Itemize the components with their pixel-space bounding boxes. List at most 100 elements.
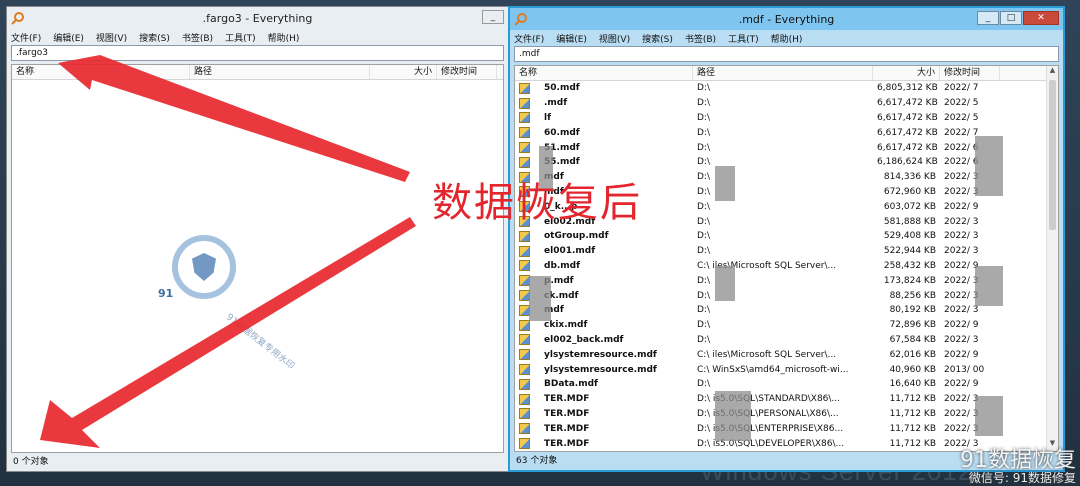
watermark-diagonal-text: 91数据恢复专用水印 xyxy=(223,312,296,372)
scroll-thumb[interactable] xyxy=(1049,80,1056,230)
right-list-scrollbar[interactable]: ▲ ▼ xyxy=(1046,66,1058,451)
result-name-text: ylsystemresource.mdf xyxy=(544,349,657,360)
right-search-input[interactable]: .mdf xyxy=(514,46,1059,62)
mdf-file-icon xyxy=(519,127,530,139)
result-row[interactable]: ckix.mdf D:\ 72,896 KB 2022/ 9 xyxy=(515,318,1058,333)
pixelation-mask xyxy=(715,391,751,441)
result-row[interactable]: otGroup.mdf D:\ 529,408 KB 2022/ 3 xyxy=(515,229,1058,244)
result-row[interactable]: 50.mdf D:\ 6,805,312 KB 2022/ 7 xyxy=(515,81,1058,96)
right-titlebar[interactable]: .mdf - Everything _ □ ✕ xyxy=(510,8,1063,30)
minimize-button[interactable]: _ xyxy=(482,10,504,24)
left-search-input[interactable]: .fargo3 xyxy=(11,45,504,61)
result-size-cell: 814,336 KB xyxy=(883,172,936,183)
result-size-cell: 672,960 KB xyxy=(883,186,936,197)
column-path[interactable]: 路径 xyxy=(693,66,873,80)
left-window-controls: _ xyxy=(482,10,504,24)
result-size-cell: 522,944 KB xyxy=(883,246,936,257)
result-name-text: BData.mdf xyxy=(544,379,598,390)
column-size[interactable]: 大小 xyxy=(873,66,940,80)
result-row[interactable]: .mdf D:\ 6,617,472 KB 2022/ 5 xyxy=(515,96,1058,111)
pixelation-mask xyxy=(975,136,1003,196)
result-name-text: TER.MDF xyxy=(544,394,590,405)
maximize-button[interactable]: □ xyxy=(1000,11,1022,25)
column-name[interactable]: 名称 xyxy=(515,66,693,80)
menu-edit[interactable]: 编辑(E) xyxy=(556,32,587,45)
result-path-cell: D:\ xyxy=(697,320,710,331)
mdf-file-icon xyxy=(519,230,530,242)
close-button[interactable]: ✕ xyxy=(1023,11,1059,25)
result-path-cell: D:\ xyxy=(697,127,710,138)
menu-help[interactable]: 帮助(H) xyxy=(771,32,803,45)
scroll-up-arrow-icon[interactable]: ▲ xyxy=(1047,66,1058,78)
menu-search[interactable]: 搜索(S) xyxy=(139,31,170,44)
column-modified[interactable]: 修改时间 xyxy=(940,66,1000,80)
left-results-list: 名称 路径 大小 修改时间 91 91数据恢复专用水印 xyxy=(11,64,504,453)
menu-file[interactable]: 文件(F) xyxy=(11,31,41,44)
result-row[interactable]: BData.mdf D:\ 16,640 KB 2022/ 9 xyxy=(515,377,1058,392)
result-row[interactable]: lf D:\ 6,617,472 KB 2022/ 5 xyxy=(515,111,1058,126)
result-row[interactable]: el001.mdf D:\ 522,944 KB 2022/ 3 xyxy=(515,244,1058,259)
right-list-header: 名称 路径 大小 修改时间 xyxy=(515,66,1058,81)
column-name[interactable]: 名称 xyxy=(12,65,190,79)
result-date-cell: 2022/ 7 xyxy=(944,83,979,94)
result-name-cell: otGroup.mdf xyxy=(515,230,693,242)
result-row[interactable]: ylsystemresource.mdf C:\ WinSxS\amd64_mic… xyxy=(515,362,1058,377)
result-path-cell: D:\ xyxy=(697,246,710,257)
mdf-file-icon xyxy=(519,260,530,272)
result-name-cell: 50.mdf xyxy=(515,82,693,94)
result-name-text: lf xyxy=(544,112,552,123)
mdf-file-icon xyxy=(519,156,530,168)
menu-bookmarks[interactable]: 书签(B) xyxy=(182,31,213,44)
result-path-cell: D:\ xyxy=(697,83,710,94)
result-name-cell: ckix.mdf xyxy=(515,319,693,331)
mdf-file-icon xyxy=(519,245,530,257)
result-date-cell: 2022/ 3 xyxy=(944,246,979,257)
result-size-cell: 6,186,624 KB xyxy=(877,157,938,168)
result-size-cell: 11,712 KB xyxy=(889,438,936,449)
result-size-cell: 40,960 KB xyxy=(889,364,936,375)
minimize-button[interactable]: _ xyxy=(977,11,999,25)
mdf-file-icon xyxy=(519,334,530,346)
mdf-file-icon xyxy=(519,423,530,435)
result-name-text: 50.mdf xyxy=(544,83,580,94)
result-path-cell: D:\ xyxy=(697,379,710,390)
result-row[interactable]: ylsystemresource.mdf C:\ iles\Microsoft S… xyxy=(515,347,1058,362)
mdf-file-icon xyxy=(519,97,530,109)
pixelation-mask xyxy=(529,276,551,321)
menu-bookmarks[interactable]: 书签(B) xyxy=(685,32,716,45)
mdf-file-icon xyxy=(519,82,530,94)
menu-view[interactable]: 视图(V) xyxy=(96,31,127,44)
column-path[interactable]: 路径 xyxy=(190,65,370,79)
left-titlebar[interactable]: .fargo3 - Everything _ xyxy=(7,7,508,29)
right-menubar: 文件(F) 编辑(E) 视图(V) 搜索(S) 书签(B) 工具(T) 帮助(H… xyxy=(514,30,1059,46)
mdf-file-icon xyxy=(519,378,530,390)
menu-help[interactable]: 帮助(H) xyxy=(268,31,300,44)
menu-file[interactable]: 文件(F) xyxy=(514,32,544,45)
right-window-title: .mdf - Everything xyxy=(738,12,835,26)
result-name-text: el001.mdf xyxy=(544,246,596,257)
result-name-cell: TER.MDF xyxy=(515,408,693,420)
menu-edit[interactable]: 编辑(E) xyxy=(53,31,84,44)
column-modified[interactable]: 修改时间 xyxy=(437,65,497,79)
result-path-cell: D:\ xyxy=(697,231,710,242)
column-size[interactable]: 大小 xyxy=(370,65,437,79)
result-path-cell: D:\ xyxy=(697,201,710,212)
result-size-cell: 173,824 KB xyxy=(883,275,936,286)
menu-view[interactable]: 视图(V) xyxy=(599,32,630,45)
result-name-cell: TER.MDF xyxy=(515,438,693,450)
menu-tools[interactable]: 工具(T) xyxy=(728,32,759,45)
result-size-cell: 11,712 KB xyxy=(889,423,936,434)
result-path-cell: D:\ xyxy=(697,98,710,109)
result-path-cell: D:\ xyxy=(697,305,710,316)
menu-search[interactable]: 搜索(S) xyxy=(642,32,673,45)
result-date-cell: 2022/ 3 xyxy=(944,305,979,316)
result-date-cell: 2022/ 3 xyxy=(944,216,979,227)
menu-tools[interactable]: 工具(T) xyxy=(225,31,256,44)
result-date-cell: 2022/ 3 xyxy=(944,334,979,345)
result-size-cell: 11,712 KB xyxy=(889,408,936,419)
result-path-cell: D:\ xyxy=(697,334,710,345)
right-results-list: 名称 路径 大小 修改时间 50.mdf D:\ 6,805,312 KB 2022/… xyxy=(514,65,1059,452)
result-row[interactable]: el002_back.mdf D:\ 67,584 KB 2022/ 3 xyxy=(515,333,1058,348)
mdf-file-icon xyxy=(519,142,530,154)
result-name-cell: el002_back.mdf xyxy=(515,334,693,346)
